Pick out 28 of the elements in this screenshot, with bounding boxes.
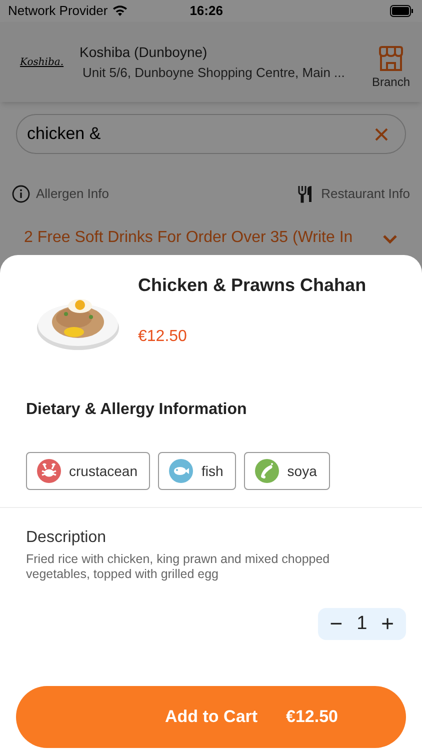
section-heading: Description (25, 528, 108, 548)
storefront-icon (378, 45, 404, 73)
close-icon[interactable] (375, 128, 388, 141)
carrier: Network Provider (8, 2, 108, 20)
description-text: Fried rice with chicken, king prawn and mixed chopped vegetables, topped with grilled egg (25, 552, 331, 582)
search-field[interactable]: chicken & (16, 114, 406, 154)
logo: Koshiba. (20, 56, 64, 70)
restaurant-address: Unit 5/6, Dunboyne Shopping Centre, Main ... (82, 64, 346, 82)
clock: 16:26 (190, 2, 223, 20)
add-to-cart-button[interactable]: Add to Cart €12.50 (16, 686, 406, 748)
info-link[interactable]: Allergen Info (36, 184, 109, 204)
wifi-icon (112, 5, 128, 17)
allergen-label: fish (201, 462, 224, 480)
info-link[interactable]: Restaurant Info (321, 184, 410, 204)
branch-button[interactable]: Branch (372, 45, 410, 91)
info-icon (12, 184, 30, 203)
allergen-label: soya (287, 462, 317, 481)
battery-icon (390, 5, 414, 17)
chevron-down-icon[interactable] (382, 234, 398, 244)
restaurant-name: Koshiba (Dunboyne) (80, 42, 208, 62)
increase-button[interactable]: + (381, 613, 394, 635)
allergen-label: crustacean (69, 462, 138, 480)
item-title: Chicken & Prawns Chahan (138, 274, 366, 297)
quantity-value: 1 (356, 612, 368, 636)
promo-text: 2 Free Soft Drinks For Order Over 35 (Write In (24, 228, 354, 248)
section-heading: Dietary & Allergy Information (25, 400, 248, 420)
decrease-button[interactable]: − (330, 613, 343, 635)
item-price: €12.50 (138, 327, 188, 347)
